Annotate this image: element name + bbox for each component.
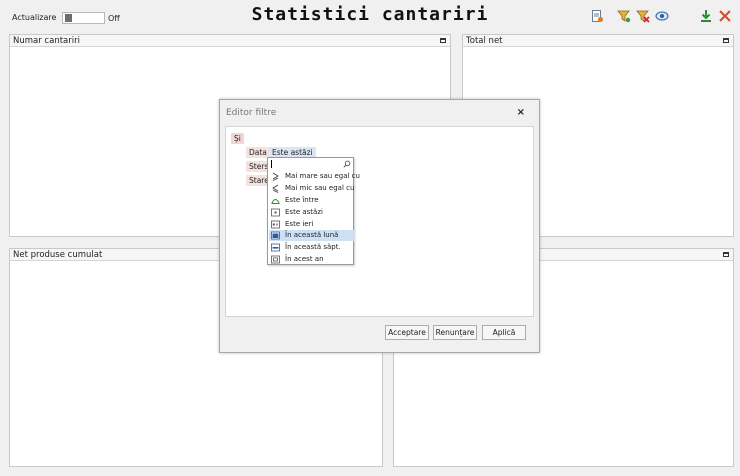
- panel-title: Total net: [466, 36, 503, 46]
- cancel-button[interactable]: Renunțare: [433, 325, 477, 340]
- panel-title: Net produse cumulat: [13, 250, 103, 260]
- report-icon[interactable]: [590, 9, 604, 23]
- top-bar: Actualizare Off Statistici cantariri: [0, 0, 740, 32]
- option-this-year[interactable]: În acest an: [269, 254, 354, 265]
- dialog-title: Editor filtre: [226, 108, 277, 118]
- option-label: Mai mic sau egal cu: [285, 184, 355, 192]
- option-this-month[interactable]: În această lună: [269, 230, 354, 241]
- apply-button[interactable]: Aplică: [482, 325, 526, 340]
- calendar-yesterday-icon: [271, 220, 280, 229]
- option-label: În această săpt.: [285, 243, 341, 251]
- search-icon: [343, 160, 351, 168]
- close-icon[interactable]: [718, 9, 732, 23]
- option-label: Mai mare sau egal cu: [285, 172, 360, 180]
- option-less-equal[interactable]: Mai mic sau egal cu: [269, 183, 354, 194]
- accept-button[interactable]: Acceptare: [385, 325, 429, 340]
- option-today[interactable]: Este astăzi: [269, 207, 354, 218]
- option-label: Este astăzi: [285, 208, 323, 216]
- filter-icon[interactable]: [617, 9, 631, 23]
- option-yesterday[interactable]: Este ieri: [269, 219, 354, 230]
- option-between[interactable]: Este între: [269, 195, 354, 206]
- maximize-icon[interactable]: [440, 38, 446, 43]
- view-icon[interactable]: [655, 9, 669, 23]
- group-operator-chip[interactable]: Și: [231, 133, 244, 144]
- download-icon[interactable]: [699, 9, 713, 23]
- maximize-icon[interactable]: [723, 38, 729, 43]
- between-icon: [271, 198, 280, 204]
- greater-equal-icon: [272, 172, 279, 181]
- dialog-close-button[interactable]: ×: [517, 107, 525, 118]
- calendar-month-icon: [271, 231, 280, 240]
- option-this-week[interactable]: În această săpt.: [269, 242, 354, 253]
- option-greater-equal[interactable]: Mai mare sau egal cu: [269, 171, 360, 182]
- dropdown-search-input[interactable]: [270, 160, 353, 169]
- maximize-icon[interactable]: [723, 252, 729, 257]
- option-label: Este ieri: [285, 220, 314, 228]
- option-label: În această lună: [285, 231, 339, 239]
- filter-clear-icon[interactable]: [636, 9, 650, 23]
- operator-dropdown: Mai mare sau egal cu Mai mic sau egal cu…: [267, 157, 360, 265]
- text-cursor: [271, 160, 272, 168]
- panel-title: Numar cantariri: [13, 36, 80, 46]
- panel-header: Total net: [463, 35, 733, 47]
- panel-header: Numar cantariri: [10, 35, 450, 47]
- option-label: În acest an: [285, 255, 324, 263]
- calendar-year-icon: [271, 255, 280, 264]
- calendar-today-icon: [271, 208, 280, 217]
- option-label: Este între: [285, 196, 319, 204]
- calendar-week-icon: [271, 243, 280, 252]
- less-equal-icon: [272, 184, 279, 193]
